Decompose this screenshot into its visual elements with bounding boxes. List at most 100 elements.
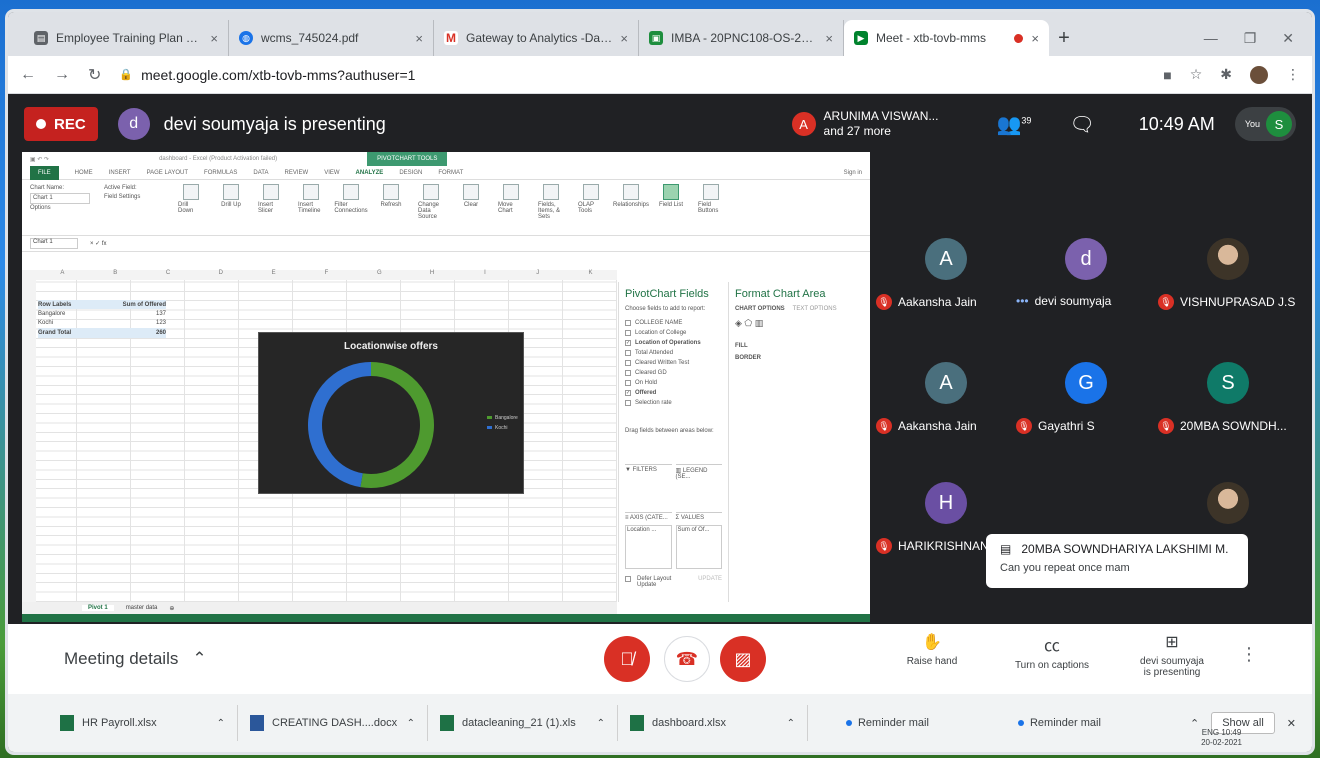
download-item[interactable]: dashboard.xlsx ⌃ — [618, 705, 808, 741]
fx-icon — [543, 184, 559, 200]
chart-legend: Bangalore Kochi — [487, 413, 518, 433]
people-button[interactable]: 👥39 — [996, 112, 1031, 137]
restore-icon[interactable]: ❐ — [1244, 30, 1257, 47]
camera-icon[interactable]: ■ — [1163, 67, 1171, 83]
checkbox — [625, 350, 631, 356]
raise-hand-button[interactable]: ✋ Raise hand — [872, 632, 992, 667]
participant-tile[interactable] — [1158, 482, 1298, 524]
tab-meet[interactable]: ▶ Meet - xtb-tovb-mms × — [844, 20, 1049, 56]
menu-kebab-icon[interactable]: ⋮ — [1286, 66, 1300, 83]
menu-review: REVIEW — [284, 169, 309, 176]
legend-label: Bangalore — [495, 415, 518, 421]
area-label: VALUES — [680, 515, 705, 521]
close-icon[interactable]: × — [210, 31, 218, 46]
speaking-icon: ••• — [1016, 294, 1029, 308]
download-item[interactable]: datacleaning_21 (1).xls ⌃ — [428, 705, 618, 741]
participant-tile[interactable]: H 🎙 HARIKRISHNAN C.S — [876, 482, 1016, 554]
participant-tile[interactable]: d ••• devi soumyaja — [1016, 238, 1156, 308]
tab-title: Meet - xtb-tovb-mms — [876, 31, 987, 45]
gmail-icon: M — [444, 31, 458, 45]
chevron-up-icon[interactable]: ⌃ — [597, 718, 605, 729]
pivot-table: Row Labels Sum of Offered Bangalore 137 … — [38, 300, 166, 338]
profile-avatar[interactable] — [1250, 65, 1268, 84]
ribbon-label: Change Data Source — [418, 202, 440, 220]
download-item[interactable]: HR Payroll.xlsx ⌃ — [48, 705, 238, 741]
pivot-cell: 260 — [155, 329, 166, 336]
chat-icon[interactable]: 🗨 — [1069, 112, 1094, 137]
chat-notification[interactable]: ▤ 20MBA SOWNDHARIYA LAKSHIMI M. Can you … — [986, 534, 1248, 588]
fx-icon: × ✓ fx — [90, 241, 107, 247]
tab-imba-classroom[interactable]: ▣ IMBA - 20PNC108-OS-20-21 HU × — [639, 20, 844, 56]
chat-sender-row: ▤ 20MBA SOWNDHARIYA LAKSHIMI M. — [1000, 542, 1234, 556]
downloads-right: Reminder mail Reminder mail ⌃ Show all ✕ — [845, 712, 1312, 734]
participant-tile[interactable]: G 🎙 Gayathri S — [1016, 362, 1156, 434]
bell-icon — [845, 720, 852, 726]
close-icon[interactable]: × — [825, 31, 833, 46]
extensions-icon[interactable]: ✱ — [1220, 66, 1232, 83]
new-tab-button[interactable]: + — [1049, 20, 1079, 56]
tab-employee-training[interactable]: ▤ Employee Training Plan Templat × — [24, 20, 229, 56]
legend-item-bangalore: Bangalore — [487, 413, 518, 423]
captions-button[interactable]: ㏄ Turn on captions — [992, 632, 1112, 671]
raise-hand-label: Raise hand — [906, 656, 958, 667]
close-icon[interactable]: × — [620, 31, 628, 46]
pivotchart-tools-tab: PIVOTCHART TOOLS — [367, 152, 448, 166]
mic-off-icon: 🎙 — [1016, 418, 1032, 434]
meeting-details-button[interactable]: Meeting details ⌃ — [64, 649, 207, 669]
field-label: Cleared Written Test — [635, 360, 690, 366]
back-arrow-icon[interactable]: ← — [20, 66, 36, 84]
chevron-up-icon[interactable]: ⌃ — [217, 718, 225, 729]
participant-tile[interactable]: 🎙 VISHNUPRASAD J.S — [1158, 238, 1298, 310]
participant-tile[interactable]: A 🎙 Aakansha Jain — [876, 238, 1016, 310]
area-label: AXIS (CATE... — [629, 515, 668, 521]
participant-name: VISHNUPRASAD J.S — [1180, 295, 1296, 309]
minimize-icon[interactable]: — — [1204, 30, 1218, 46]
notification-item[interactable]: Reminder mail — [845, 717, 1006, 729]
pivotchart-fields-pane: PivotChart Fields Choose fields to add t… — [618, 282, 728, 602]
more-options-icon[interactable]: ⋮ — [1240, 644, 1258, 665]
close-icon[interactable]: × — [1031, 31, 1039, 46]
participant-tile[interactable]: A 🎙 Aakansha Jain — [876, 362, 1016, 434]
text-options-tab: TEXT OPTIONS — [792, 306, 837, 312]
field-label: Cleared GD — [635, 370, 667, 376]
participant-tile[interactable]: S 🎙 20MBA SOWNDH... — [1158, 362, 1298, 434]
close-icon[interactable]: ✕ — [1287, 717, 1296, 730]
filter-icon: ▼ — [625, 467, 633, 473]
close-window-icon[interactable]: ✕ — [1282, 30, 1294, 47]
url-field[interactable]: 🔒 meet.google.com/xtb-tovb-mms?authuser=… — [119, 67, 1145, 83]
self-view[interactable]: You S — [1234, 107, 1296, 141]
mic-off-icon: 🎙 — [1158, 294, 1174, 310]
ribbon-options: Options — [30, 205, 51, 211]
browser-tab-strip: ▤ Employee Training Plan Templat × ◍ wcm… — [8, 12, 1312, 56]
address-bar-row: ← → ↻ 🔒 meet.google.com/xtb-tovb-mms?aut… — [8, 56, 1312, 94]
field-item: COLLEGE NAME — [625, 318, 722, 328]
pivot-cell: Sum of Offered — [122, 301, 166, 308]
data-source-icon — [423, 184, 439, 200]
chevron-up-icon[interactable]: ⌃ — [787, 718, 795, 729]
present-button[interactable]: ⊞ devi soumyaja is presenting — [1112, 632, 1232, 678]
mic-off-button[interactable]: 🎙̸ — [604, 636, 650, 682]
leave-call-button[interactable]: ☎ — [664, 636, 710, 682]
field-buttons-icon — [703, 184, 719, 200]
column-headers: A B C D E F G H I J K — [22, 270, 617, 280]
notification-item[interactable]: Reminder mail — [1017, 717, 1178, 729]
header-controls: 👥39 🗨 10:49 AM — [996, 112, 1214, 137]
col-header: E — [271, 270, 276, 276]
tab-wcms-pdf[interactable]: ◍ wcms_745024.pdf × — [229, 20, 434, 56]
bell-icon — [1017, 720, 1024, 726]
donut-slice-kochi — [308, 362, 372, 488]
camera-off-button[interactable]: ▨ — [720, 636, 766, 682]
chevron-up-icon[interactable]: ⌃ — [407, 718, 415, 729]
forward-arrow-icon[interactable]: → — [54, 66, 70, 84]
doc-icon: ▤ — [34, 31, 48, 45]
star-icon[interactable]: ☆ — [1190, 66, 1203, 83]
chevron-up-icon[interactable]: ⌃ — [1190, 717, 1199, 730]
menu-file: FILE — [30, 165, 59, 180]
sign-in-link: Sign in — [843, 169, 862, 176]
reload-icon[interactable]: ↻ — [88, 65, 101, 85]
close-icon[interactable]: × — [415, 31, 423, 46]
tab-gateway-analytics[interactable]: M Gateway to Analytics -Day 2 - 20 × — [434, 20, 639, 56]
download-item[interactable]: CREATING DASH....docx ⌃ — [238, 705, 428, 741]
excel-status-bar — [22, 614, 870, 622]
refresh-icon — [383, 184, 399, 200]
